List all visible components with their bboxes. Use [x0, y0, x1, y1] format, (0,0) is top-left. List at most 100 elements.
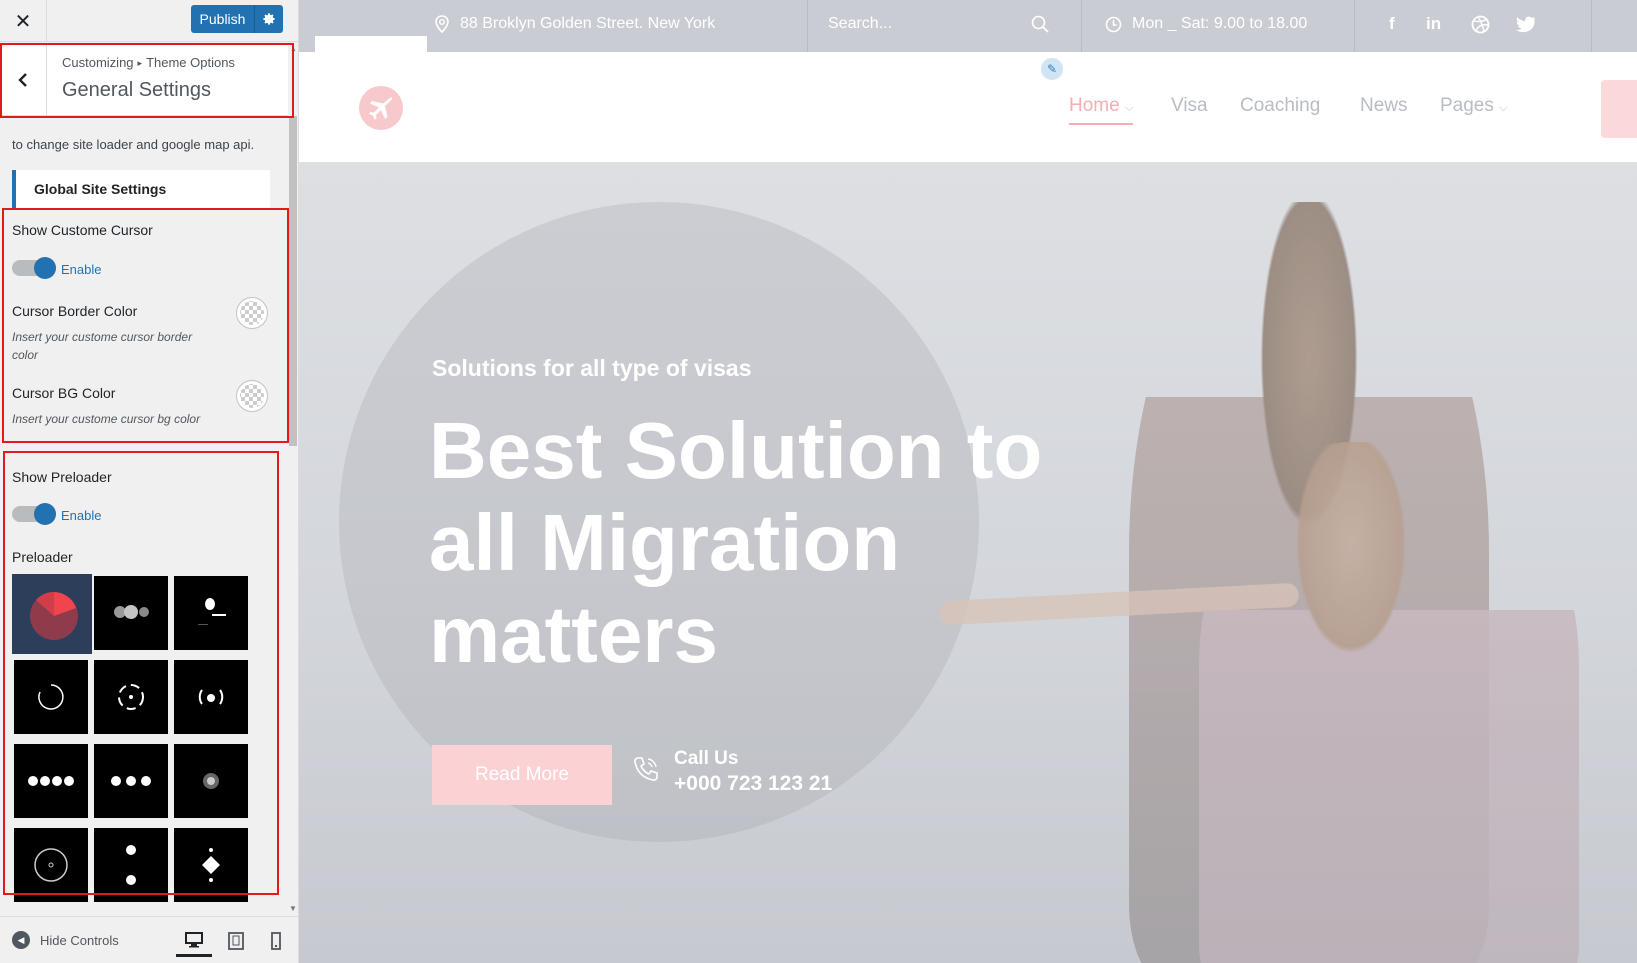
collapse-icon: ◀: [12, 931, 30, 949]
show-cursor-toggle-label: Enable: [61, 262, 102, 277]
four-dots-icon: [28, 776, 74, 786]
toggle-knob: [34, 503, 56, 525]
nav-home[interactable]: Home ⌵: [1069, 95, 1134, 125]
search-icon[interactable]: [1031, 15, 1049, 38]
ring-spinner-icon: [38, 684, 64, 710]
nav-coaching[interactable]: Coaching: [1240, 95, 1320, 117]
hero-photo-girl: [1199, 442, 1579, 963]
dot-dash-icon: [198, 598, 226, 625]
preloader-option-three-dots[interactable]: [94, 744, 168, 818]
two-dots-icon: [126, 845, 136, 885]
section-header: Customizing ▸ Theme Options General Settin…: [0, 43, 293, 116]
preloader-option-pulse-ring[interactable]: [174, 660, 248, 734]
site-preview: 88 Broklyn Golden Street. New York Searc…: [299, 0, 1637, 963]
breadcrumb: Customizing ▸ Theme Options: [62, 55, 235, 70]
read-more-button[interactable]: Read More: [432, 745, 612, 805]
edit-shortcut-icon[interactable]: ✎: [1039, 56, 1065, 82]
scrollbar-thumb[interactable]: [289, 116, 297, 446]
preloader-option-glow-dot[interactable]: [174, 744, 248, 818]
hide-controls-label: Hide Controls: [40, 932, 119, 948]
nav-visa[interactable]: Visa: [1171, 95, 1208, 117]
pulse-ring-icon: [198, 689, 224, 705]
preloader-option-dot-dash[interactable]: [174, 576, 248, 650]
chevron-down-icon: ⌵: [1124, 102, 1134, 114]
show-preloader-label: Show Preloader: [12, 469, 112, 485]
preloader-option-ring-spinner[interactable]: [14, 660, 88, 734]
cursor-bg-color-label: Cursor BG Color: [12, 385, 116, 401]
mobile-icon: [271, 932, 281, 950]
chevron-left-icon: [18, 72, 27, 87]
twitter-icon[interactable]: [1516, 16, 1536, 38]
cursor-border-color-picker[interactable]: [236, 297, 268, 329]
preloader-option-four-dots[interactable]: [14, 744, 88, 818]
phone-icon: [632, 755, 660, 790]
header-cta-button[interactable]: [1601, 80, 1637, 138]
show-cursor-toggle[interactable]: [12, 257, 56, 279]
location-pin-icon: [435, 15, 449, 33]
topbar-divider: [1591, 0, 1592, 52]
call-us-label: Call Us: [674, 748, 739, 769]
desktop-icon: [185, 931, 203, 947]
breadcrumb-root: Customizing: [62, 55, 134, 70]
scroll-down-icon[interactable]: ▼: [289, 904, 297, 913]
section-description: to change site loader and google map api…: [12, 137, 255, 152]
panel-scrollbar[interactable]: [288, 46, 298, 916]
hero-subtitle: Solutions for all type of visas: [432, 355, 752, 381]
show-preloader-toggle-label: Enable: [61, 508, 102, 523]
gear-icon: [263, 13, 275, 25]
dots-icon: [114, 605, 149, 619]
clock-icon: [1105, 16, 1122, 32]
site-logo[interactable]: [359, 86, 403, 130]
cursor-bg-color-picker[interactable]: [236, 380, 268, 412]
show-cursor-label: Show Custome Cursor: [12, 222, 153, 238]
site-topbar: 88 Broklyn Golden Street. New York Searc…: [299, 0, 1637, 52]
desktop-preview-button[interactable]: [176, 925, 212, 957]
customizer-footer: ◀ Hide Controls: [0, 916, 298, 963]
chevron-down-icon: ⌵: [1499, 102, 1508, 114]
toggle-knob: [34, 257, 56, 279]
topbar-hours: Mon _ Sat: 9.00 to 18.00: [1105, 15, 1307, 33]
header-notch: [315, 36, 427, 54]
circle-dot-icon: [34, 848, 68, 882]
customizer-header: ✕ Publish: [0, 0, 298, 42]
back-button[interactable]: [0, 43, 47, 116]
call-us-number[interactable]: +000 723 123 21: [674, 772, 832, 796]
customizer-panel: ✕ Publish Customizing ▸ Theme Options Gene…: [0, 0, 299, 963]
breadcrumb-separator: ▸: [137, 58, 143, 68]
topbar-search-input[interactable]: Search...: [828, 15, 892, 33]
show-preloader-toggle[interactable]: [12, 503, 56, 525]
hero-title: Best Solution to all Migration matters: [429, 406, 1043, 679]
topbar-divider: [1081, 0, 1082, 52]
dribbble-icon[interactable]: [1471, 15, 1490, 39]
mobile-preview-button[interactable]: [258, 925, 294, 957]
publish-settings-button[interactable]: [254, 5, 283, 33]
broken-ring-icon: [118, 684, 144, 710]
topbar-divider: [807, 0, 808, 52]
nav-pages[interactable]: Pages ⌵: [1440, 95, 1508, 117]
tablet-preview-button[interactable]: [218, 925, 254, 957]
glow-dot-icon: [203, 773, 219, 789]
preloader-option-diamond-dots[interactable]: [174, 828, 248, 902]
close-customizer-button[interactable]: ✕: [0, 0, 47, 42]
publish-button[interactable]: Publish: [191, 5, 254, 33]
topbar-address: 88 Broklyn Golden Street. New York: [434, 15, 715, 33]
breadcrumb-parent: Theme Options: [146, 55, 235, 70]
preloader-option-broken-ring[interactable]: [94, 660, 168, 734]
diamond-icon: [202, 848, 220, 882]
preloader-picker-label: Preloader: [12, 549, 73, 565]
nav-news[interactable]: News: [1360, 95, 1408, 117]
linkedin-icon[interactable]: in: [1426, 14, 1441, 34]
nav-pages-label: Pages: [1440, 95, 1494, 116]
preloader-option-two-dots-vertical[interactable]: [94, 828, 168, 902]
airplane-icon: [369, 97, 393, 120]
hide-controls-button[interactable]: ◀ Hide Controls: [12, 931, 119, 949]
preloader-option-pie-spinner[interactable]: [12, 574, 92, 654]
facebook-icon[interactable]: f: [1389, 14, 1395, 34]
cursor-border-color-label: Cursor Border Color: [12, 303, 138, 319]
pie-spinner-icon: [30, 591, 78, 640]
nav-home-label: Home: [1069, 95, 1120, 116]
section-title: General Settings: [62, 79, 211, 101]
preloader-option-circle-dot[interactable]: [14, 828, 88, 902]
scroll-up-icon[interactable]: ▲: [290, 46, 297, 53]
preloader-option-three-dots-grey[interactable]: [94, 576, 168, 650]
